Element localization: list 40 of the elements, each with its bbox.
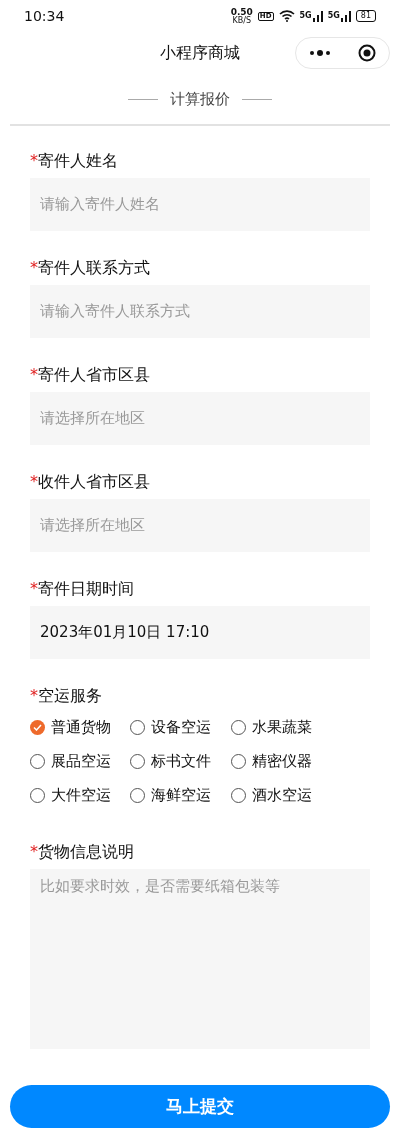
radio-button[interactable]	[30, 753, 45, 769]
signal-icon	[340, 10, 351, 22]
page-title: 小程序商城	[160, 42, 240, 64]
field-label: *寄件人联系方式	[30, 257, 151, 279]
radio-button[interactable]	[30, 787, 45, 803]
picker-field[interactable]: 2023年01月10日 17:10	[30, 606, 370, 659]
field-label: *货物信息说明	[30, 841, 135, 863]
radio-label[interactable]: 展品空运	[51, 751, 111, 771]
radio-button[interactable]	[231, 719, 246, 735]
radio-label[interactable]: 设备空运	[151, 717, 211, 737]
speed-unit: KB/S	[232, 16, 251, 25]
radio-label[interactable]: 大件空运	[51, 785, 111, 805]
field-label: *收件人省市区县	[30, 471, 151, 493]
battery-level: 81	[355, 10, 376, 22]
signal-icon	[312, 10, 323, 22]
radio-button[interactable]	[231, 787, 246, 803]
network-type: 5G	[327, 12, 340, 20]
wifi-icon	[278, 10, 295, 22]
radio-button[interactable]	[130, 719, 145, 735]
radio-button[interactable]	[130, 787, 145, 803]
radio-label[interactable]: 标书文件	[151, 751, 211, 771]
section-title: 计算报价	[170, 89, 230, 109]
radio-label[interactable]: 普通货物	[51, 717, 111, 737]
radio-label[interactable]: 海鲜空运	[151, 785, 211, 805]
radio-label[interactable]: 精密仪器	[252, 751, 312, 771]
more-icon[interactable]	[309, 50, 332, 56]
radio-label[interactable]: 水果蔬菜	[252, 717, 312, 737]
network-type: 5G	[299, 12, 312, 20]
submit-button[interactable]: 马上提交	[10, 1085, 390, 1128]
radio-button[interactable]	[30, 719, 45, 735]
field-label: *寄件日期时间	[30, 578, 135, 600]
field-label: *寄件人省市区县	[30, 364, 151, 386]
clock: 10:34	[24, 8, 65, 24]
network-speed: 0.50	[230, 7, 253, 17]
field-label: *空运服务	[30, 685, 103, 707]
radio-button[interactable]	[130, 753, 145, 769]
radio-label[interactable]: 酒水空运	[252, 785, 312, 805]
check-icon	[33, 723, 42, 731]
field-label: *寄件人姓名	[30, 150, 119, 172]
radio-button[interactable]	[231, 753, 246, 769]
